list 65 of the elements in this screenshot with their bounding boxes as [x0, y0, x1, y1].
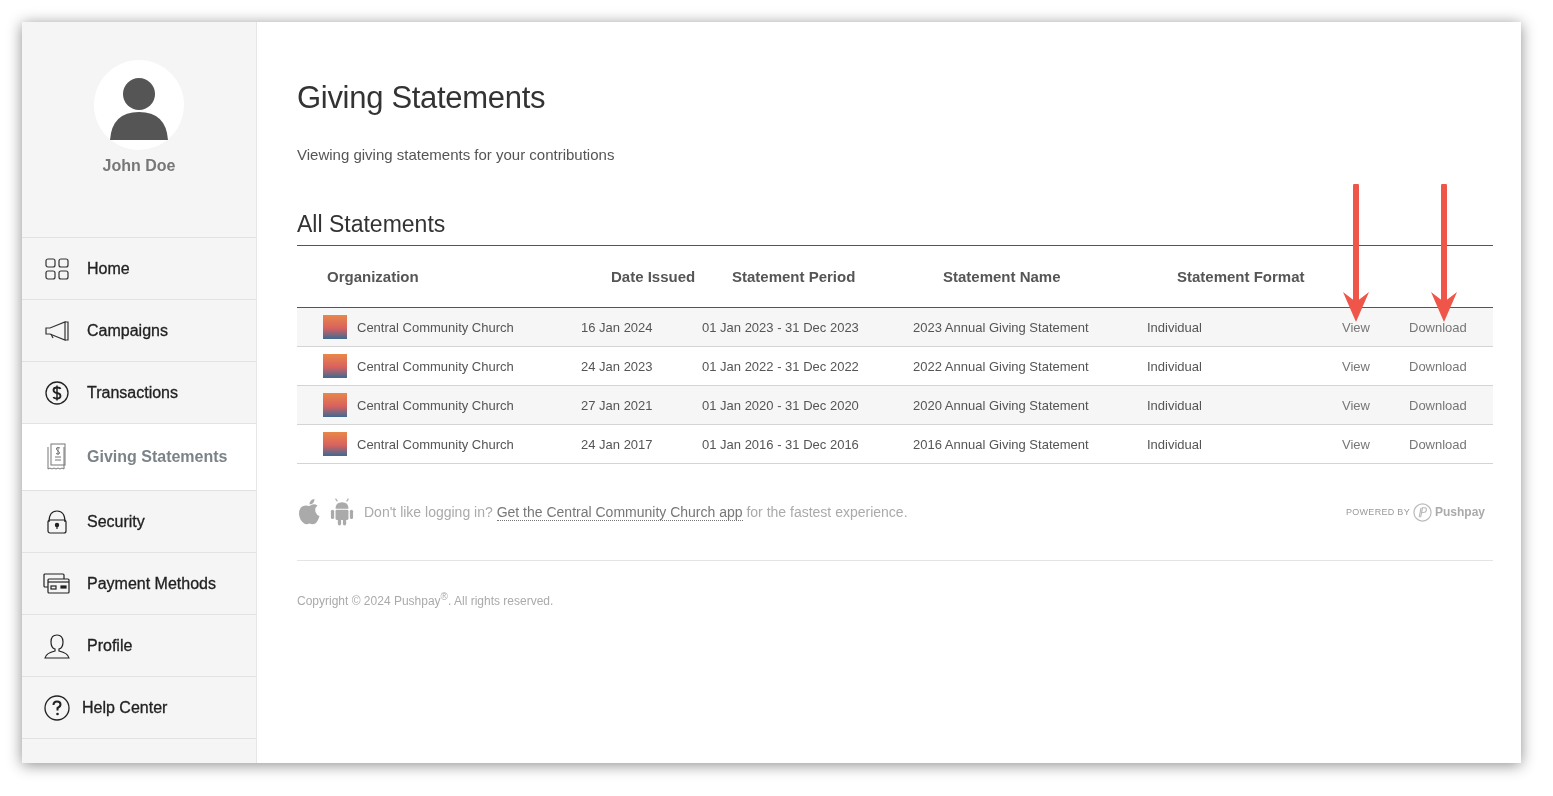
section-title: All Statements — [297, 211, 447, 239]
app-link[interactable]: Get the Central Community Church app — [496, 504, 743, 521]
table-cell: Central Community Church — [357, 358, 514, 374]
download-link[interactable]: Download — [1409, 397, 1467, 413]
church-logo-thumbnail — [323, 393, 347, 417]
table-cell: 01 Jan 2023 - 31 Dec 2023 — [702, 319, 859, 335]
view-link[interactable]: View — [1342, 319, 1370, 335]
table-cell: 2020 Annual Giving Statement — [913, 397, 1089, 413]
brand-name: Pushpay — [1435, 505, 1485, 519]
dollar-icon — [44, 380, 69, 405]
table-cell: Individual — [1147, 397, 1202, 413]
page-subtitle: Viewing giving statements for your contributions — [297, 146, 616, 163]
column-header: Date Issued — [611, 268, 697, 285]
table-cell: 24 Jan 2017 — [581, 436, 653, 452]
nav-item[interactable]: Home — [22, 238, 256, 300]
megaphone-icon — [43, 319, 70, 342]
table-cell: Central Community Church — [357, 397, 514, 413]
user-name: John Doe — [102, 157, 176, 175]
help-icon — [43, 694, 70, 721]
nav-item[interactable]: Giving Statements — [22, 424, 256, 491]
download-link[interactable]: Download — [1409, 358, 1467, 374]
church-logo-thumbnail — [323, 315, 347, 339]
brand-logo-icon — [1413, 502, 1432, 522]
table-cell: Individual — [1147, 319, 1202, 335]
view-link[interactable]: View — [1342, 436, 1370, 452]
table-cell: 2016 Annual Giving Statement — [913, 436, 1089, 452]
copyright-text: Copyright © 2024 Pushpay$^{®}$. All rights reserved. — [297, 591, 555, 608]
table-cell: Central Community Church — [357, 319, 514, 335]
table-cell: 27 Jan 2021 — [581, 397, 653, 413]
church-logo-thumbnail — [323, 432, 347, 456]
download-link[interactable]: Download — [1409, 319, 1467, 335]
table-cell: 16 Jan 2024 — [581, 319, 653, 335]
view-link[interactable]: View — [1342, 358, 1370, 374]
grid-icon — [44, 257, 69, 280]
nav-item[interactable]: Profile — [22, 615, 256, 677]
column-header: Organization — [326, 268, 420, 285]
nav-item[interactable]: Help Center — [22, 677, 256, 739]
table-cell: 01 Jan 2016 - 31 Dec 2016 — [702, 436, 859, 452]
nav-item[interactable]: Campaigns — [22, 300, 256, 362]
powered-by-label: POWERED BY — [1345, 507, 1410, 517]
view-link[interactable]: View — [1342, 397, 1370, 413]
column-header: Statement Name — [943, 268, 1062, 285]
nav-item[interactable]: Payment Methods — [22, 553, 256, 615]
church-logo-thumbnail — [323, 354, 347, 378]
page-title: Giving Statements — [297, 80, 547, 116]
table-cell: 2023 Annual Giving Statement — [913, 319, 1089, 335]
table-cell: 01 Jan 2022 - 31 Dec 2022 — [702, 358, 859, 374]
app-promo-text: Don't like logging in? Get the Central Community Church app for the fastest experience. — [364, 504, 908, 520]
android-icon — [330, 497, 354, 527]
table-cell: 2022 Annual Giving Statement — [913, 358, 1089, 374]
person-icon — [43, 632, 70, 659]
avatar-icon — [94, 60, 184, 150]
receipt-icon — [45, 443, 68, 471]
nav-item[interactable]: Security — [22, 491, 256, 553]
lock-icon — [45, 508, 68, 535]
table-cell: Central Community Church — [357, 436, 514, 452]
apple-icon — [297, 498, 322, 526]
table-cell: Individual — [1147, 358, 1202, 374]
credit-card-icon — [42, 572, 71, 595]
download-link[interactable]: Download — [1409, 436, 1467, 452]
table-cell: 24 Jan 2023 — [581, 358, 653, 374]
table-cell: Individual — [1147, 436, 1202, 452]
column-header: Statement Period — [732, 268, 857, 285]
column-header: Statement Format — [1177, 268, 1306, 285]
table-cell: 01 Jan 2020 - 31 Dec 2020 — [702, 397, 859, 413]
